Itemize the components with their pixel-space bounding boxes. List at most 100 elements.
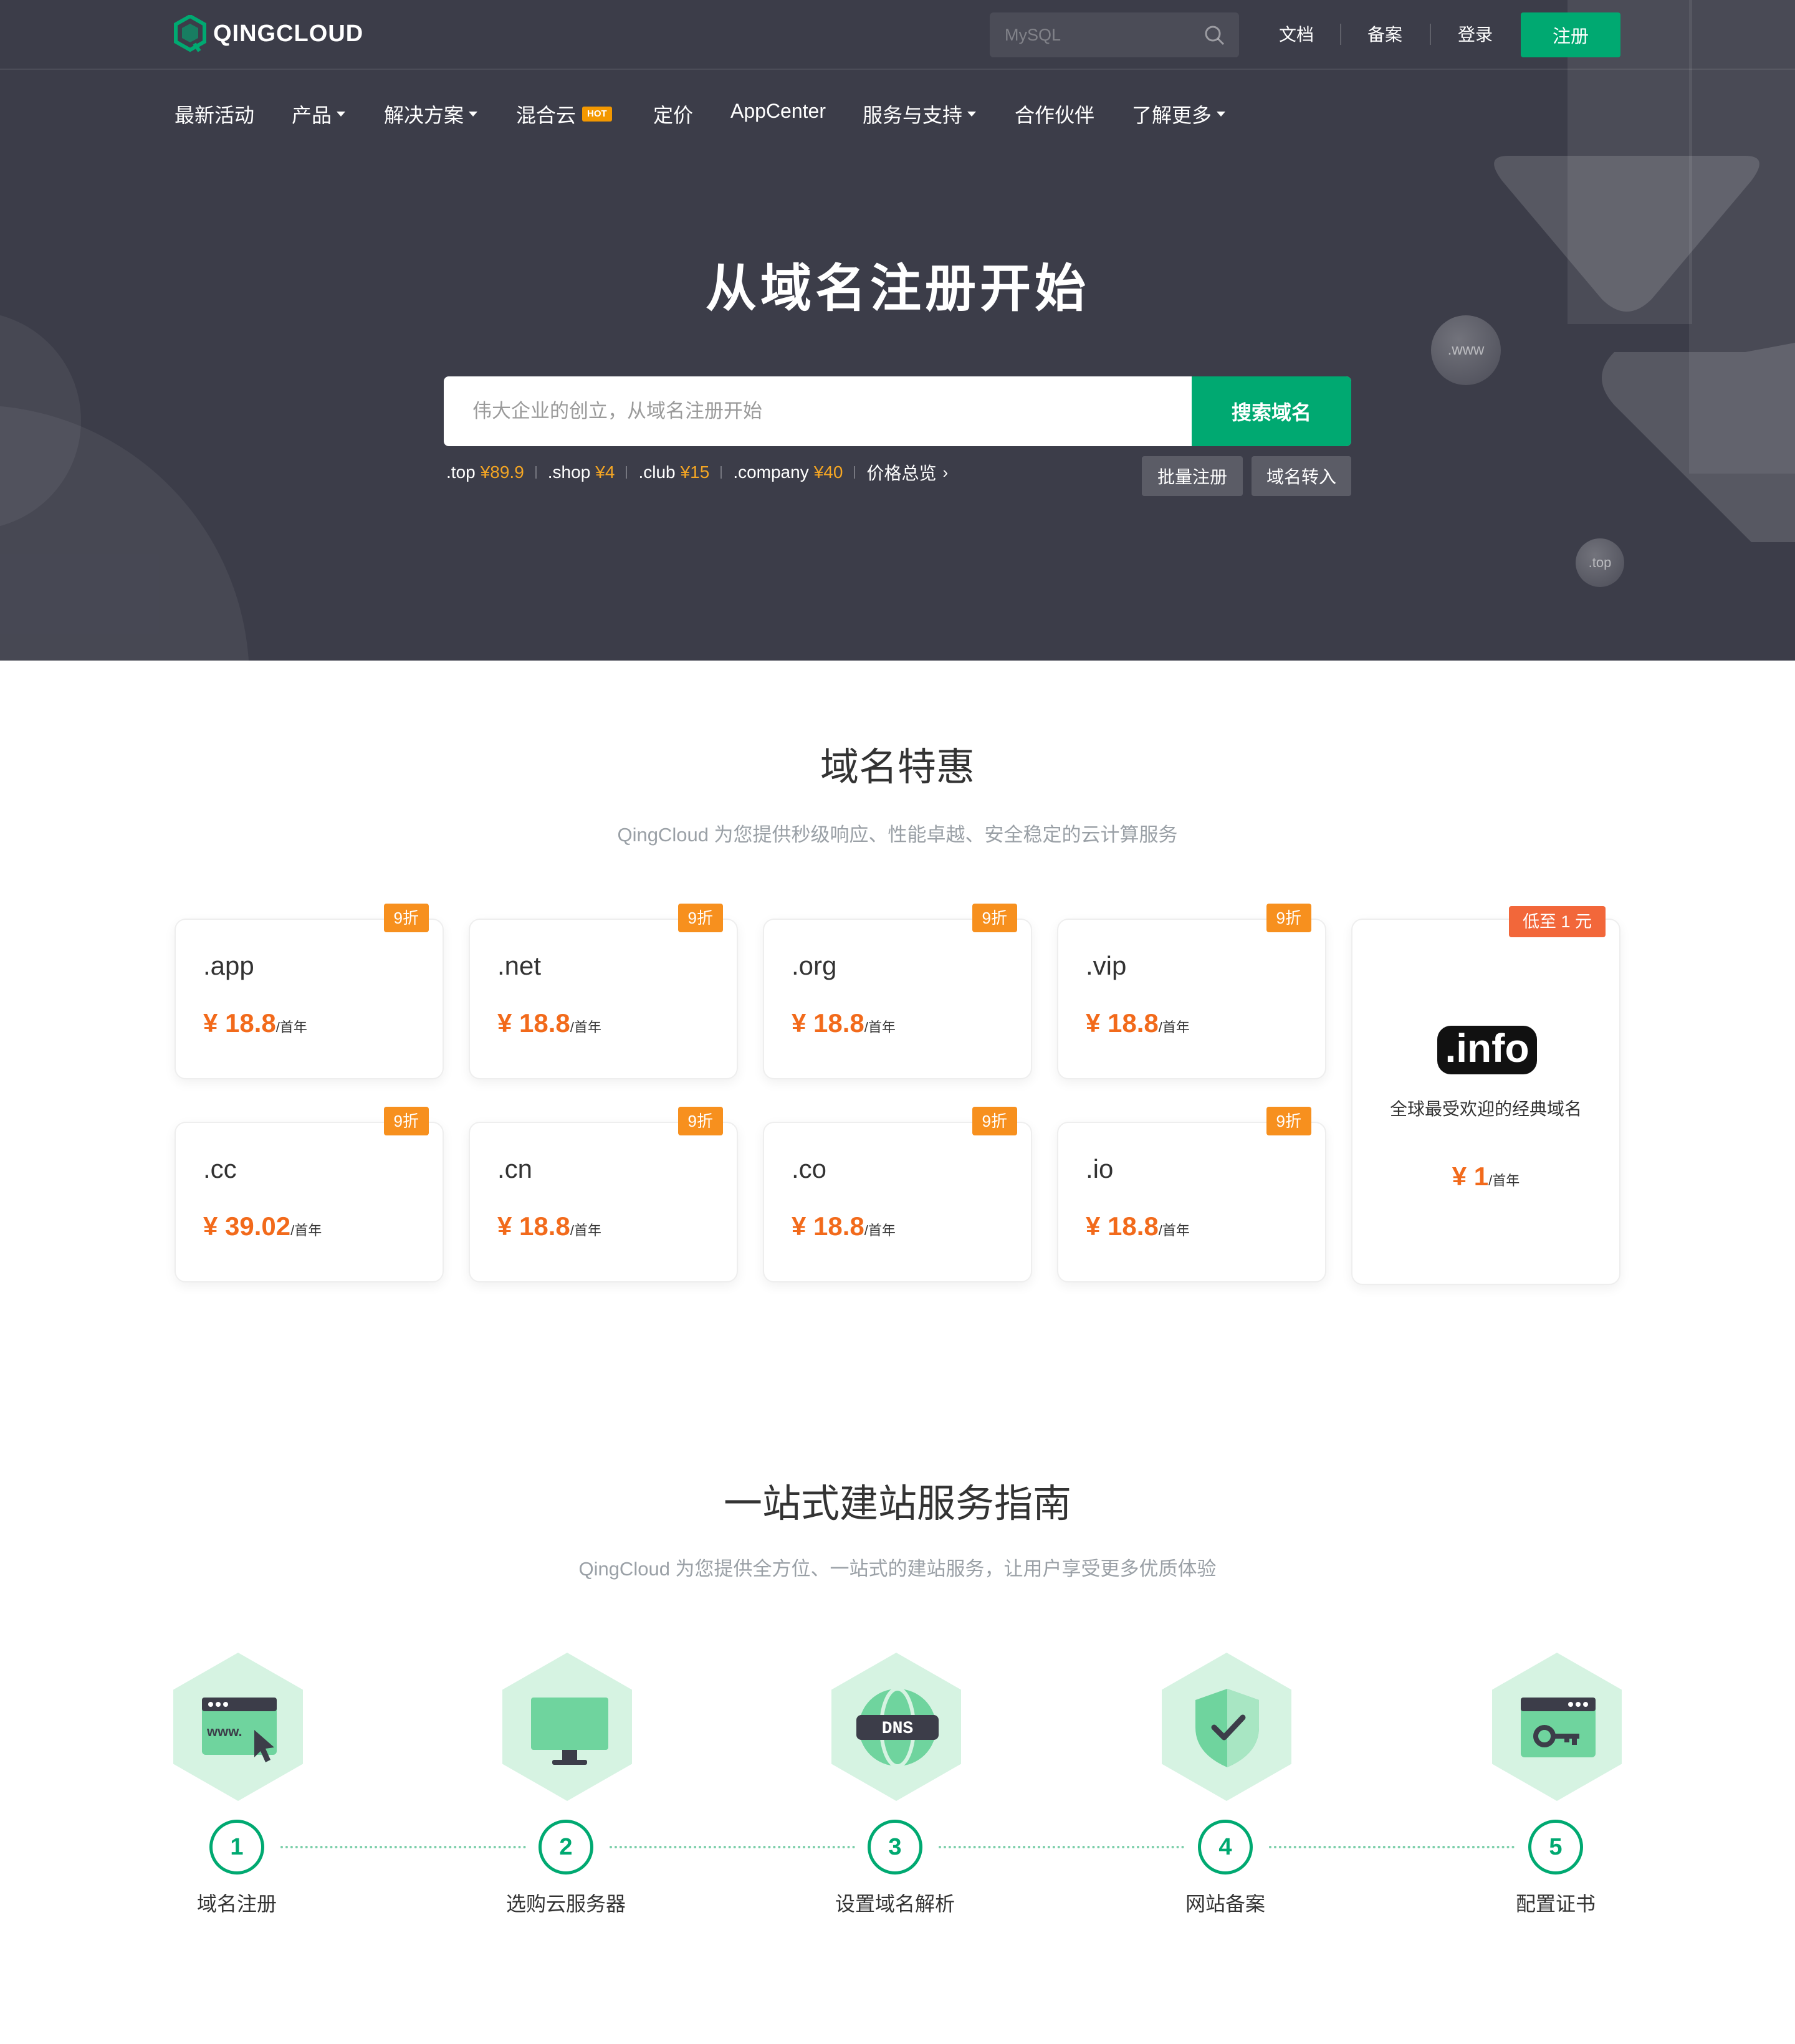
search-domain-button[interactable]: 搜索域名 bbox=[1192, 376, 1351, 446]
step-label: 设置域名解析 bbox=[835, 1893, 955, 1915]
nav-item-solutions[interactable]: 解决方案 bbox=[384, 100, 478, 128]
top-search[interactable] bbox=[990, 12, 1239, 57]
nav-item-products[interactable]: 产品 bbox=[292, 100, 346, 128]
docs-link[interactable]: 文档 bbox=[1279, 21, 1314, 46]
price-value: ¥ 39.02 bbox=[203, 1211, 291, 1241]
login-link[interactable]: 登录 bbox=[1458, 21, 1493, 46]
divider bbox=[720, 466, 722, 479]
domain-card-co[interactable]: 9折 .co ¥ 18.8/首年 bbox=[763, 1107, 1032, 1282]
domain-card-app[interactable]: 9折 .app ¥ 18.8/首年 bbox=[175, 904, 444, 1079]
domain-tld: .vip bbox=[1086, 951, 1127, 980]
domain-tld: .cc bbox=[203, 1154, 237, 1183]
chevron-right-icon: › bbox=[942, 462, 949, 482]
domain-tld: .org bbox=[792, 951, 837, 980]
discount-badge: 9折 bbox=[383, 1107, 429, 1135]
divider bbox=[1340, 24, 1341, 45]
top-bar: QINGCLOUD 文档 备案 登录 注册 bbox=[0, 0, 1795, 70]
info-description: 全球最受欢迎的经典域名 bbox=[1389, 1099, 1582, 1119]
price-value: ¥ 1 bbox=[1452, 1162, 1489, 1191]
tld: .top bbox=[446, 462, 476, 482]
domain-card-org[interactable]: 9折 .org ¥ 18.8/首年 bbox=[763, 904, 1032, 1079]
monitor-icon bbox=[531, 1698, 608, 1765]
domain-price: ¥ 18.8/首年 bbox=[792, 1211, 896, 1241]
deals-subtitle: QingCloud 为您提供秒级响应、性能卓越、安全稳定的云计算服务 bbox=[617, 824, 1178, 846]
domain-tld: .net bbox=[497, 951, 542, 980]
svg-text:DNS: DNS bbox=[882, 1719, 913, 1739]
nav-label: 最新活动 bbox=[175, 104, 255, 127]
step-connector bbox=[1269, 1846, 1515, 1848]
page: .www .top QINGCLOUD 文档 备案 bbox=[0, 0, 1795, 2044]
info-feature-card[interactable]: 低至 1 元 .info 全球最受欢迎的经典域名 ¥ 1/首年 bbox=[1351, 906, 1620, 1285]
domain-card-cc[interactable]: 9折 .cc ¥ 39.02/首年 bbox=[175, 1107, 444, 1282]
certificate-key-icon bbox=[1521, 1698, 1596, 1757]
nav-item-hybrid[interactable]: 混合云 HOT bbox=[516, 100, 612, 128]
quick-price-item[interactable]: .shop ¥4 bbox=[548, 462, 615, 482]
price-unit: /首年 bbox=[864, 1223, 896, 1238]
register-button[interactable]: 注册 bbox=[1521, 12, 1620, 57]
deals-title: 域名特惠 bbox=[820, 746, 975, 789]
nav-label: 定价 bbox=[653, 104, 694, 127]
domain-card-cn[interactable]: 9折 .cn ¥ 18.8/首年 bbox=[469, 1107, 738, 1282]
chevron-down-icon bbox=[337, 112, 346, 117]
domain-transfer-button[interactable]: 域名转入 bbox=[1252, 456, 1351, 496]
nav-label: 混合云 bbox=[516, 104, 577, 127]
step-number: 4 bbox=[1198, 1820, 1253, 1874]
domain-price: ¥ 18.8/首年 bbox=[203, 1008, 307, 1038]
tld: .club bbox=[638, 462, 676, 482]
domain-tld: .app bbox=[203, 951, 254, 980]
hero-banner: .www .top QINGCLOUD 文档 备案 bbox=[0, 0, 1795, 661]
bulk-register-button[interactable]: 批量注册 bbox=[1142, 456, 1243, 496]
step-number: 2 bbox=[538, 1820, 593, 1874]
price-overview-link[interactable]: 价格总览 › bbox=[866, 460, 948, 485]
step-number: 5 bbox=[1528, 1820, 1583, 1874]
divider bbox=[535, 466, 537, 479]
domain-card-io[interactable]: 9折 .io ¥ 18.8/首年 bbox=[1057, 1107, 1326, 1282]
step-label: 配置证书 bbox=[1515, 1893, 1596, 1915]
domain-search-input[interactable] bbox=[472, 376, 1158, 446]
search-icon[interactable] bbox=[1204, 25, 1225, 46]
top-search-input[interactable] bbox=[1005, 12, 1192, 57]
nav-item-partners[interactable]: 合作伙伴 bbox=[1015, 100, 1094, 128]
divider bbox=[626, 466, 628, 479]
price-value: ¥ 18.8 bbox=[792, 1211, 864, 1241]
discount-badge: 9折 bbox=[1266, 1107, 1311, 1135]
decor-arrow-icon bbox=[1494, 156, 1795, 542]
domain-tld: .co bbox=[792, 1154, 827, 1183]
price: ¥15 bbox=[680, 462, 710, 482]
nav-item-more[interactable]: 了解更多 bbox=[1132, 100, 1226, 128]
discount-badge: 9折 bbox=[677, 904, 723, 932]
price-unit: /首年 bbox=[275, 1020, 307, 1035]
step-connector bbox=[280, 1846, 526, 1848]
discount-badge: 9折 bbox=[383, 904, 429, 932]
domain-card-net[interactable]: 9折 .net ¥ 18.8/首年 bbox=[469, 904, 738, 1079]
discount-badge: 9折 bbox=[677, 1107, 723, 1135]
guide-title: 一站式建站服务指南 bbox=[723, 1483, 1071, 1526]
nav-label: AppCenter bbox=[730, 100, 826, 122]
beian-link[interactable]: 备案 bbox=[1367, 21, 1402, 46]
nav-item-pricing[interactable]: 定价 bbox=[653, 100, 693, 128]
qingcloud-logo-icon bbox=[174, 15, 206, 52]
price-unit: /首年 bbox=[570, 1020, 601, 1035]
domain-price: ¥ 18.8/首年 bbox=[792, 1008, 896, 1038]
domain-card-vip[interactable]: 9折 .vip ¥ 18.8/首年 bbox=[1057, 904, 1326, 1079]
svg-text:www.: www. bbox=[206, 1724, 242, 1739]
nav-label: 解决方案 bbox=[384, 104, 464, 127]
discount-badge: 9折 bbox=[1266, 904, 1311, 932]
nav-item-support[interactable]: 服务与支持 bbox=[863, 100, 977, 128]
quick-price-item[interactable]: .club ¥15 bbox=[638, 462, 709, 482]
price-unit: /首年 bbox=[864, 1020, 896, 1035]
quick-price-item[interactable]: .company ¥40 bbox=[733, 462, 843, 482]
quick-prices: .top ¥89.9 .shop ¥4 .club ¥15 .company ¥40 价… bbox=[446, 460, 948, 485]
price-unit: /首年 bbox=[570, 1223, 601, 1238]
quick-price-item[interactable]: .top ¥89.9 bbox=[446, 462, 524, 482]
price-value: ¥ 18.8 bbox=[497, 1008, 570, 1038]
domain-price: ¥ 18.8/首年 bbox=[1086, 1211, 1190, 1241]
nav-item-appcenter[interactable]: AppCenter bbox=[730, 100, 826, 123]
nav-item-latest[interactable]: 最新活动 bbox=[175, 100, 254, 128]
price: ¥4 bbox=[595, 462, 615, 482]
logo[interactable]: QINGCLOUD bbox=[173, 15, 363, 52]
divider bbox=[1430, 24, 1431, 45]
domain-price: ¥ 18.8/首年 bbox=[497, 1211, 601, 1241]
info-price: ¥ 1/首年 bbox=[1352, 1162, 1619, 1192]
step-number: 3 bbox=[868, 1820, 922, 1874]
